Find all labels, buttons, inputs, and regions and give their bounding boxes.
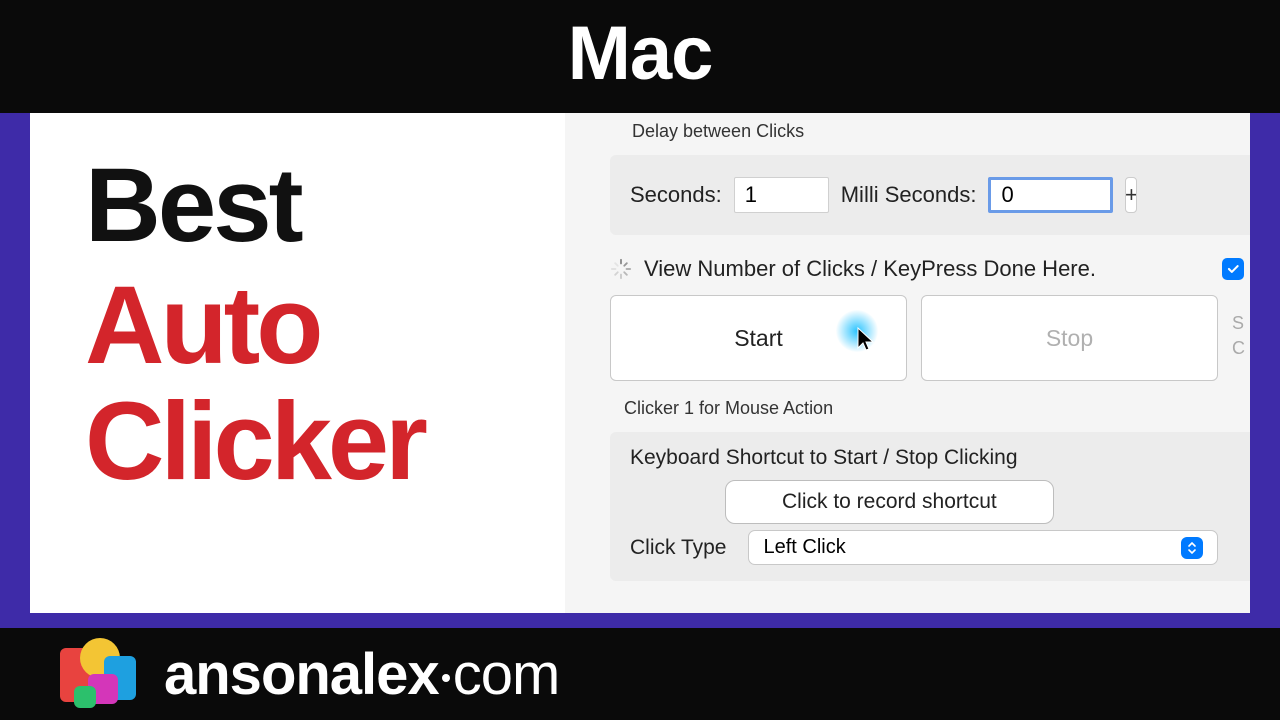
app-panel: Delay between Clicks Seconds: Milli Seco… [565, 113, 1250, 613]
button-row: Start Stop SC [610, 295, 1250, 381]
logo-icon [60, 638, 142, 710]
click-type-label: Click Type [630, 536, 726, 560]
brand-wordmark: ansonalexcom [164, 641, 559, 708]
status-checkbox[interactable] [1222, 258, 1244, 280]
headline-word-1: Best [85, 153, 510, 258]
plus-button[interactable]: + [1125, 177, 1137, 213]
delay-box: Seconds: Milli Seconds: + [610, 155, 1250, 235]
spinner-icon [610, 258, 632, 280]
status-text: View Number of Clicks / KeyPress Done He… [644, 256, 1210, 282]
seconds-label: Seconds: [630, 182, 722, 208]
click-type-value: Left Click [763, 536, 845, 559]
top-banner: Mac [0, 0, 1280, 113]
bottom-bar: ansonalexcom [0, 628, 1280, 720]
stop-button[interactable]: Stop [921, 295, 1218, 381]
headline-word-2: Auto [85, 268, 510, 384]
ms-label: Milli Seconds: [841, 182, 977, 208]
brand-name: ansonalex [164, 642, 439, 707]
shortcut-title: Keyboard Shortcut to Start / Stop Clicki… [630, 446, 1235, 470]
check-icon [1226, 262, 1240, 276]
start-button[interactable]: Start [610, 295, 907, 381]
chevron-down-icon [1181, 537, 1203, 559]
seconds-input[interactable] [734, 177, 829, 213]
brand-tld: com [453, 642, 560, 707]
dot-icon [442, 674, 450, 682]
record-shortcut-button[interactable]: Click to record shortcut [725, 480, 1054, 524]
delay-group-label: Delay between Clicks [610, 121, 1250, 142]
ms-input[interactable] [988, 177, 1113, 213]
status-row: View Number of Clicks / KeyPress Done He… [610, 256, 1250, 282]
shortcut-box: Keyboard Shortcut to Start / Stop Clicki… [610, 432, 1250, 581]
clicker-section-label: Clicker 1 for Mouse Action [610, 398, 1250, 419]
banner-title: Mac [568, 11, 713, 96]
click-type-row: Click Type Left Click [630, 530, 1235, 565]
headline-word-3: Clicker [85, 384, 510, 500]
cursor-icon [856, 326, 876, 352]
headline-panel: Best Auto Clicker [30, 113, 565, 613]
edge-hint: SC [1232, 295, 1250, 381]
main-area: Best Auto Clicker Delay between Clicks S… [30, 113, 1250, 613]
stop-label: Stop [1046, 325, 1093, 352]
click-type-select[interactable]: Left Click [748, 530, 1218, 565]
start-label: Start [734, 325, 783, 352]
